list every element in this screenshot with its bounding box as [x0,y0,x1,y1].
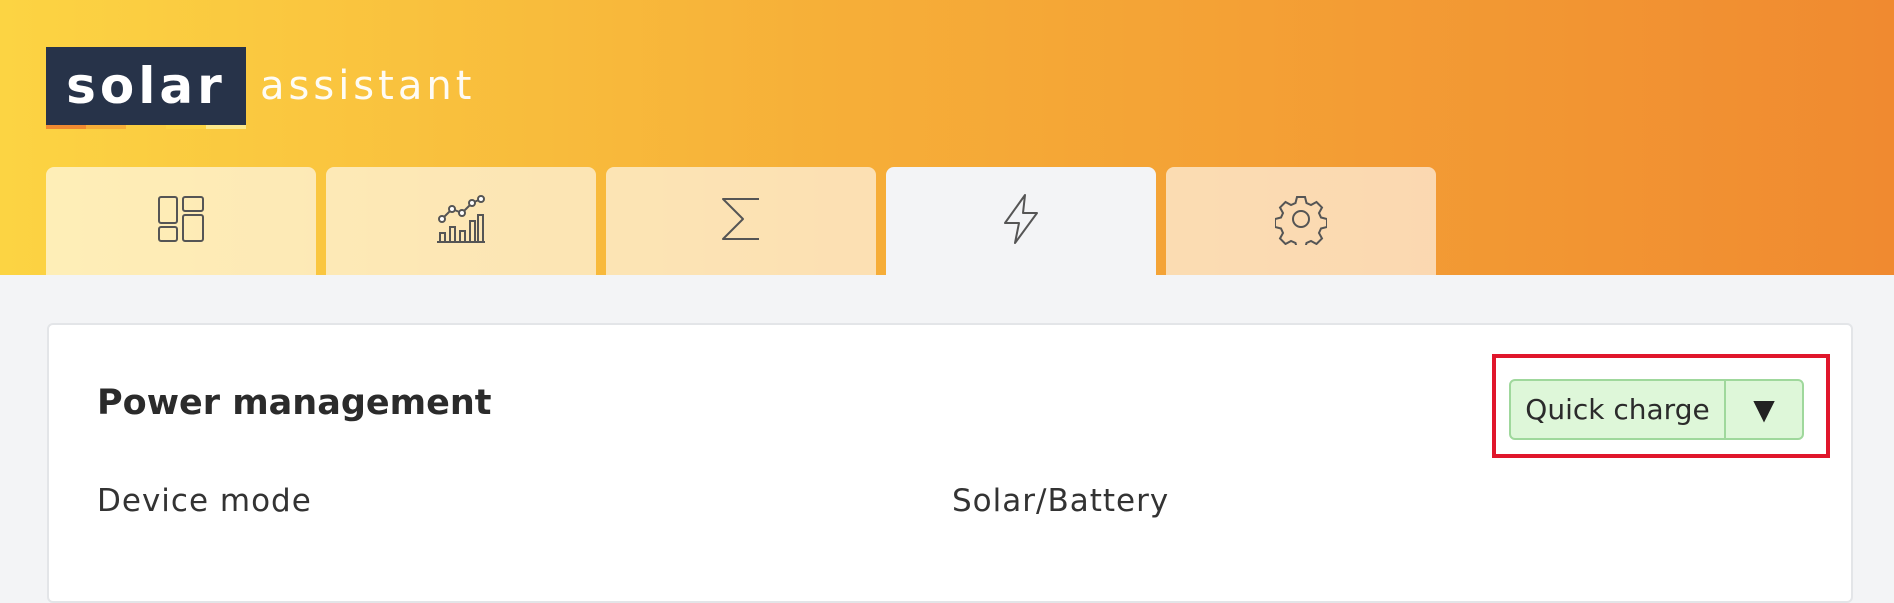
logo[interactable]: solar assistant [46,47,476,129]
quick-charge-dropdown-toggle[interactable]: ▼ [1726,381,1802,438]
tab-dashboard[interactable] [46,167,316,275]
device-mode-label: Device mode [97,483,312,519]
tab-charts[interactable] [326,167,596,275]
quick-charge-button[interactable]: Quick charge [1511,381,1726,438]
dashboard-icon [155,193,207,249]
tab-totals[interactable] [606,167,876,275]
device-mode-value: Solar/Battery [952,483,1170,519]
nav-tabs [46,167,1436,275]
card-title: Power management [97,383,492,423]
header-bar: solar assistant [0,0,1894,275]
tab-settings[interactable] [1166,167,1436,275]
lightning-icon [995,193,1047,249]
gear-icon [1274,193,1328,250]
logo-box: solar [46,47,246,129]
chevron-down-icon: ▼ [1753,393,1775,426]
quick-charge-split-button[interactable]: Quick charge ▼ [1509,379,1804,440]
logo-word-solar: solar [66,57,226,115]
tab-power[interactable] [886,167,1156,275]
logo-word-assistant: assistant [260,63,476,109]
chart-icon [435,193,487,249]
sigma-icon [715,193,767,249]
